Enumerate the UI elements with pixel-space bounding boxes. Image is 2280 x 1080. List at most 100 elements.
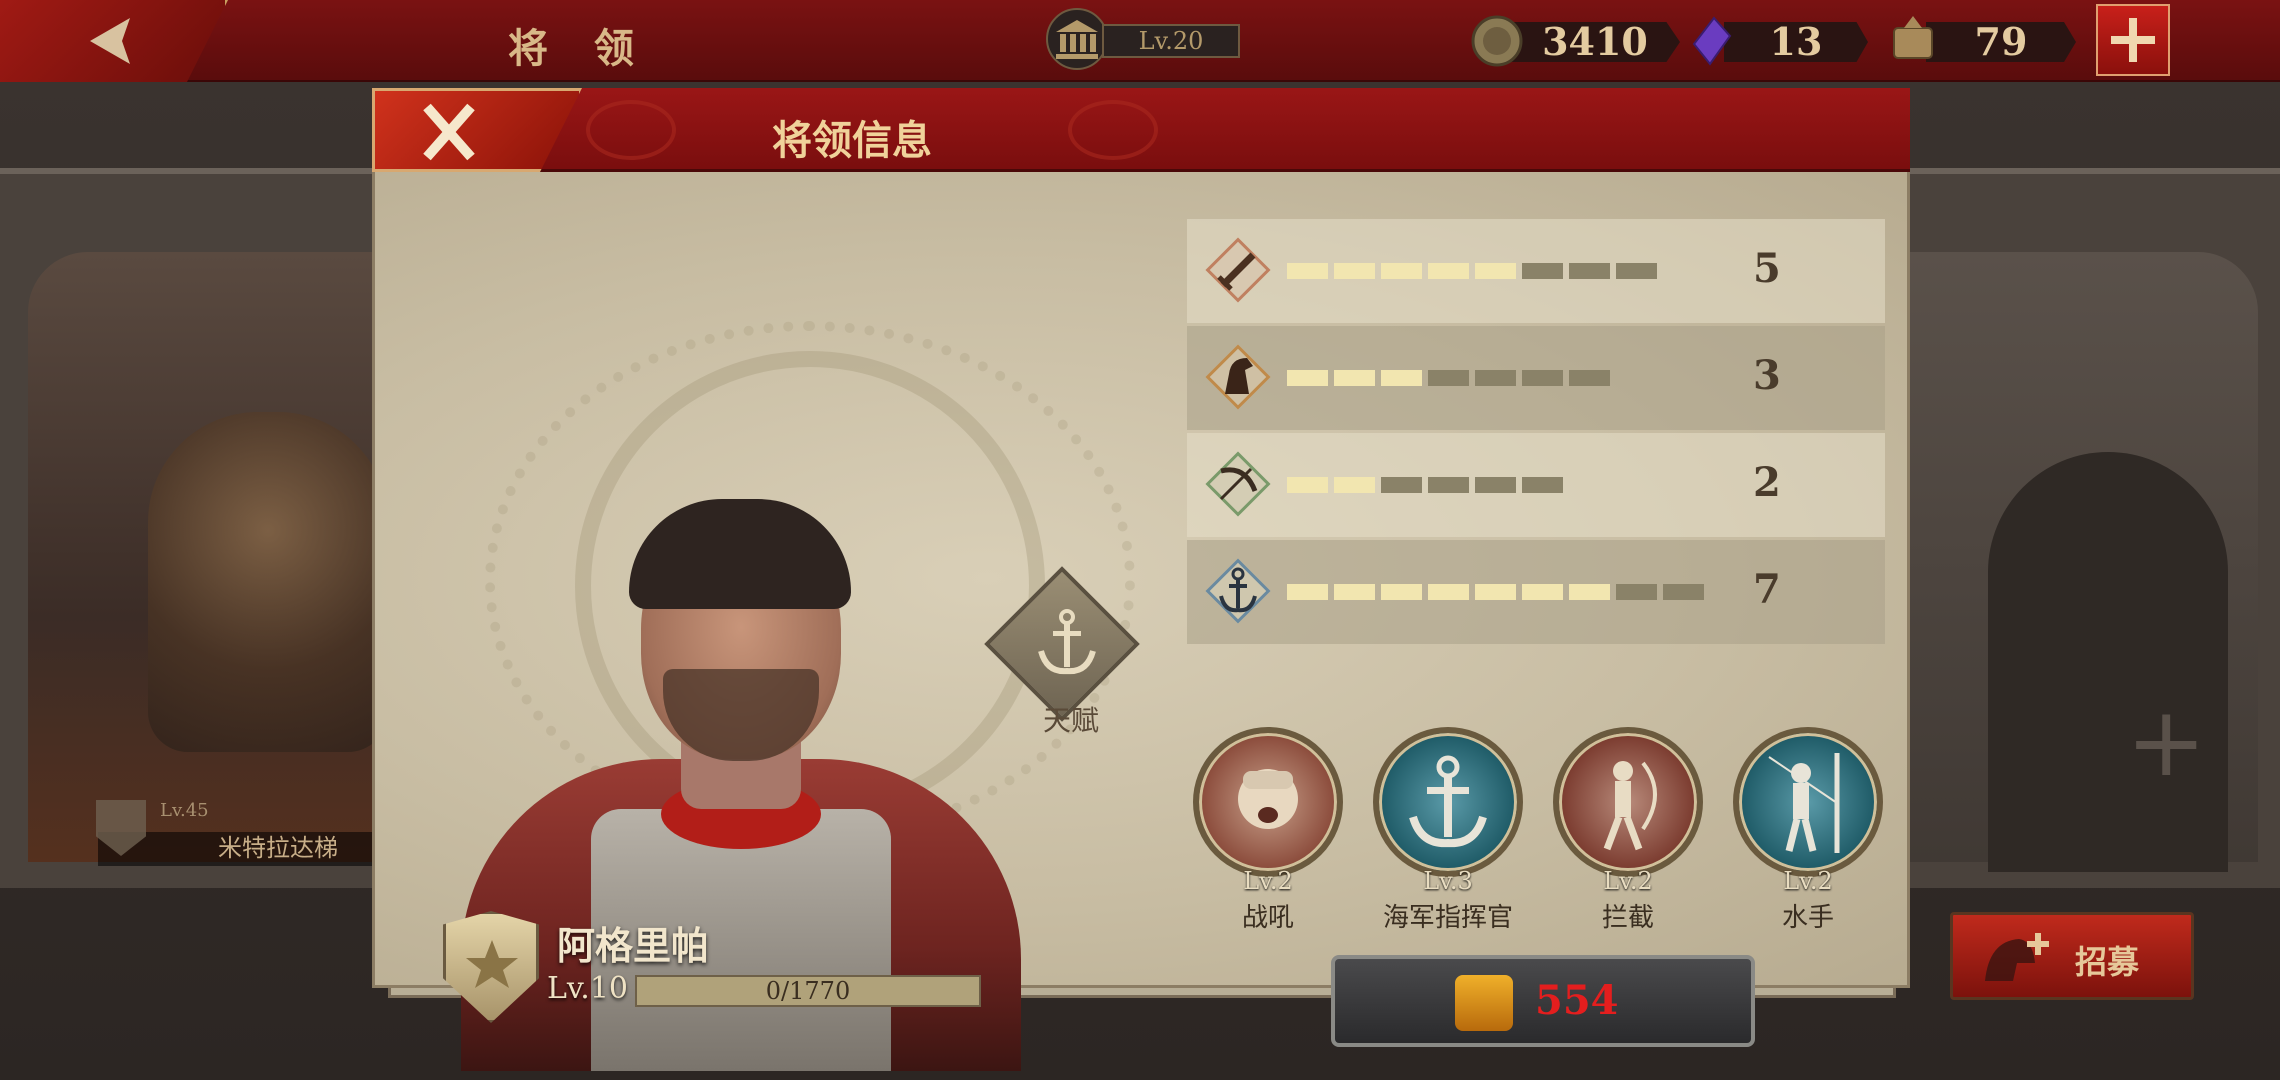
stat-segment (1522, 263, 1563, 279)
bow-icon (1205, 451, 1271, 517)
war-cry-icon (1193, 727, 1343, 877)
talent-label: 天赋 (1043, 704, 1100, 737)
upgrade-cost-button[interactable]: 554 (1331, 955, 1755, 1047)
sword-icon (1205, 237, 1271, 303)
hero-name: 阿格里帕 (557, 923, 710, 968)
stat-row-navy: 7 (1187, 540, 1885, 644)
stat-segment (1616, 263, 1657, 279)
stat-segment (1569, 370, 1610, 386)
stat-segment (1663, 584, 1704, 600)
sailor-icon (1733, 727, 1883, 877)
stat-segment (1334, 370, 1375, 386)
skill-level: Lv.2 (1243, 867, 1293, 895)
stat-row-archer: 2 (1187, 433, 1885, 537)
stat-row-infantry: 5 (1187, 219, 1885, 323)
back-button[interactable] (0, 0, 228, 82)
stat-bar (1287, 263, 1657, 279)
recruit-button[interactable]: 招募 (1950, 912, 2194, 1000)
stat-value: 7 (1753, 566, 1781, 613)
stat-segment (1569, 584, 1610, 600)
stat-segment (1475, 263, 1516, 279)
close-button[interactable] (372, 88, 582, 172)
silhouette-icon (1988, 452, 2228, 872)
stat-value: 3 (1753, 352, 1781, 399)
stat-segment (1334, 584, 1375, 600)
recruit-label: 招募 (2075, 943, 2140, 981)
stat-segment (1381, 477, 1422, 493)
stat-segment (1522, 370, 1563, 386)
city-level-label: Lv.20 (1102, 24, 1240, 58)
skill-name: 海军指挥官 (1382, 903, 1513, 933)
stat-segment (1287, 584, 1328, 600)
city-hall-icon (1046, 8, 1108, 70)
stat-bar (1287, 477, 1563, 493)
coin-count: 3410 (1510, 22, 1680, 62)
stat-value: 5 (1753, 245, 1781, 292)
general-info-dialog: 天赋 阿格里帕 Lv.10 0/1770 5 3 2 7 Lv.2 战吼 Lv.… (372, 88, 1910, 1071)
stat-segment (1616, 584, 1657, 600)
gem-icon (1684, 14, 1738, 68)
skill-level: Lv.2 (1603, 867, 1653, 895)
skill-name: 战吼 (1241, 903, 1294, 933)
exp-progress-bar: 0/1770 (635, 975, 981, 1007)
hero-level: Lv.10 (547, 971, 629, 1006)
token-count: 79 (1926, 22, 2076, 62)
dialog-title: 将领信息 (772, 117, 932, 164)
stat-segment (1475, 477, 1516, 493)
stat-segment (1522, 584, 1563, 600)
stat-row-cavalry: 3 (1187, 326, 1885, 430)
stat-segment (1334, 477, 1375, 493)
stat-segment (1287, 477, 1328, 493)
add-slot-icon: + (2126, 686, 2207, 798)
coin-icon (1470, 14, 1524, 68)
skill-name: 水手 (1781, 903, 1834, 933)
laurel-icon (586, 100, 676, 160)
stat-value: 2 (1753, 459, 1781, 506)
helmet-plus-icon (1985, 933, 2049, 981)
laurel-icon (1068, 100, 1158, 160)
stat-segment (1475, 584, 1516, 600)
skill-sailor[interactable]: Lv.2 水手 (1733, 727, 1883, 933)
close-icon (423, 103, 475, 161)
plus-icon (2111, 18, 2155, 62)
general-level: Lv.45 (160, 800, 209, 821)
stat-segment (1428, 584, 1469, 600)
stat-segment (1428, 263, 1469, 279)
anchor-icon (1373, 727, 1523, 877)
spqr-icon (1886, 14, 1940, 68)
cost-value: 554 (1535, 977, 1619, 1024)
anchor-icon (1205, 558, 1271, 624)
dialog-header: 将领信息 (372, 88, 1910, 172)
skill-war-cry[interactable]: Lv.2 战吼 (1193, 727, 1343, 933)
anchor-icon (1038, 609, 1096, 675)
skill-intercept[interactable]: Lv.2 拦截 (1553, 727, 1703, 933)
gem-count: 13 (1724, 22, 1868, 62)
stat-segment (1334, 263, 1375, 279)
stat-segment (1569, 263, 1610, 279)
stat-segment (1522, 477, 1563, 493)
page-title: 将 领 (508, 25, 650, 72)
general-card[interactable] (28, 252, 398, 866)
stat-segment (1287, 370, 1328, 386)
stat-segment (1428, 370, 1469, 386)
stat-segment (1287, 263, 1328, 279)
skill-name: 拦截 (1601, 903, 1654, 933)
stat-bar (1287, 370, 1610, 386)
skill-navy-commander[interactable]: Lv.3 海军指挥官 (1373, 727, 1523, 933)
spqr-icon (1455, 975, 1513, 1031)
back-arrow-icon (90, 18, 130, 64)
skill-level: Lv.3 (1423, 867, 1473, 895)
add-resource-button[interactable] (2096, 4, 2170, 76)
horse-icon (1205, 344, 1271, 410)
stat-segment (1381, 370, 1422, 386)
exp-value: 0/1770 (765, 977, 851, 1005)
top-bar: 将 领 Lv.20 3410 13 79 (0, 0, 2280, 82)
stat-segment (1381, 584, 1422, 600)
general-name: 米特拉达梯 (218, 834, 338, 862)
archer-icon (1553, 727, 1703, 877)
stat-segment (1381, 263, 1422, 279)
stat-segment (1428, 477, 1469, 493)
stat-bar (1287, 584, 1704, 600)
stat-segment (1475, 370, 1516, 386)
skill-level: Lv.2 (1783, 867, 1833, 895)
